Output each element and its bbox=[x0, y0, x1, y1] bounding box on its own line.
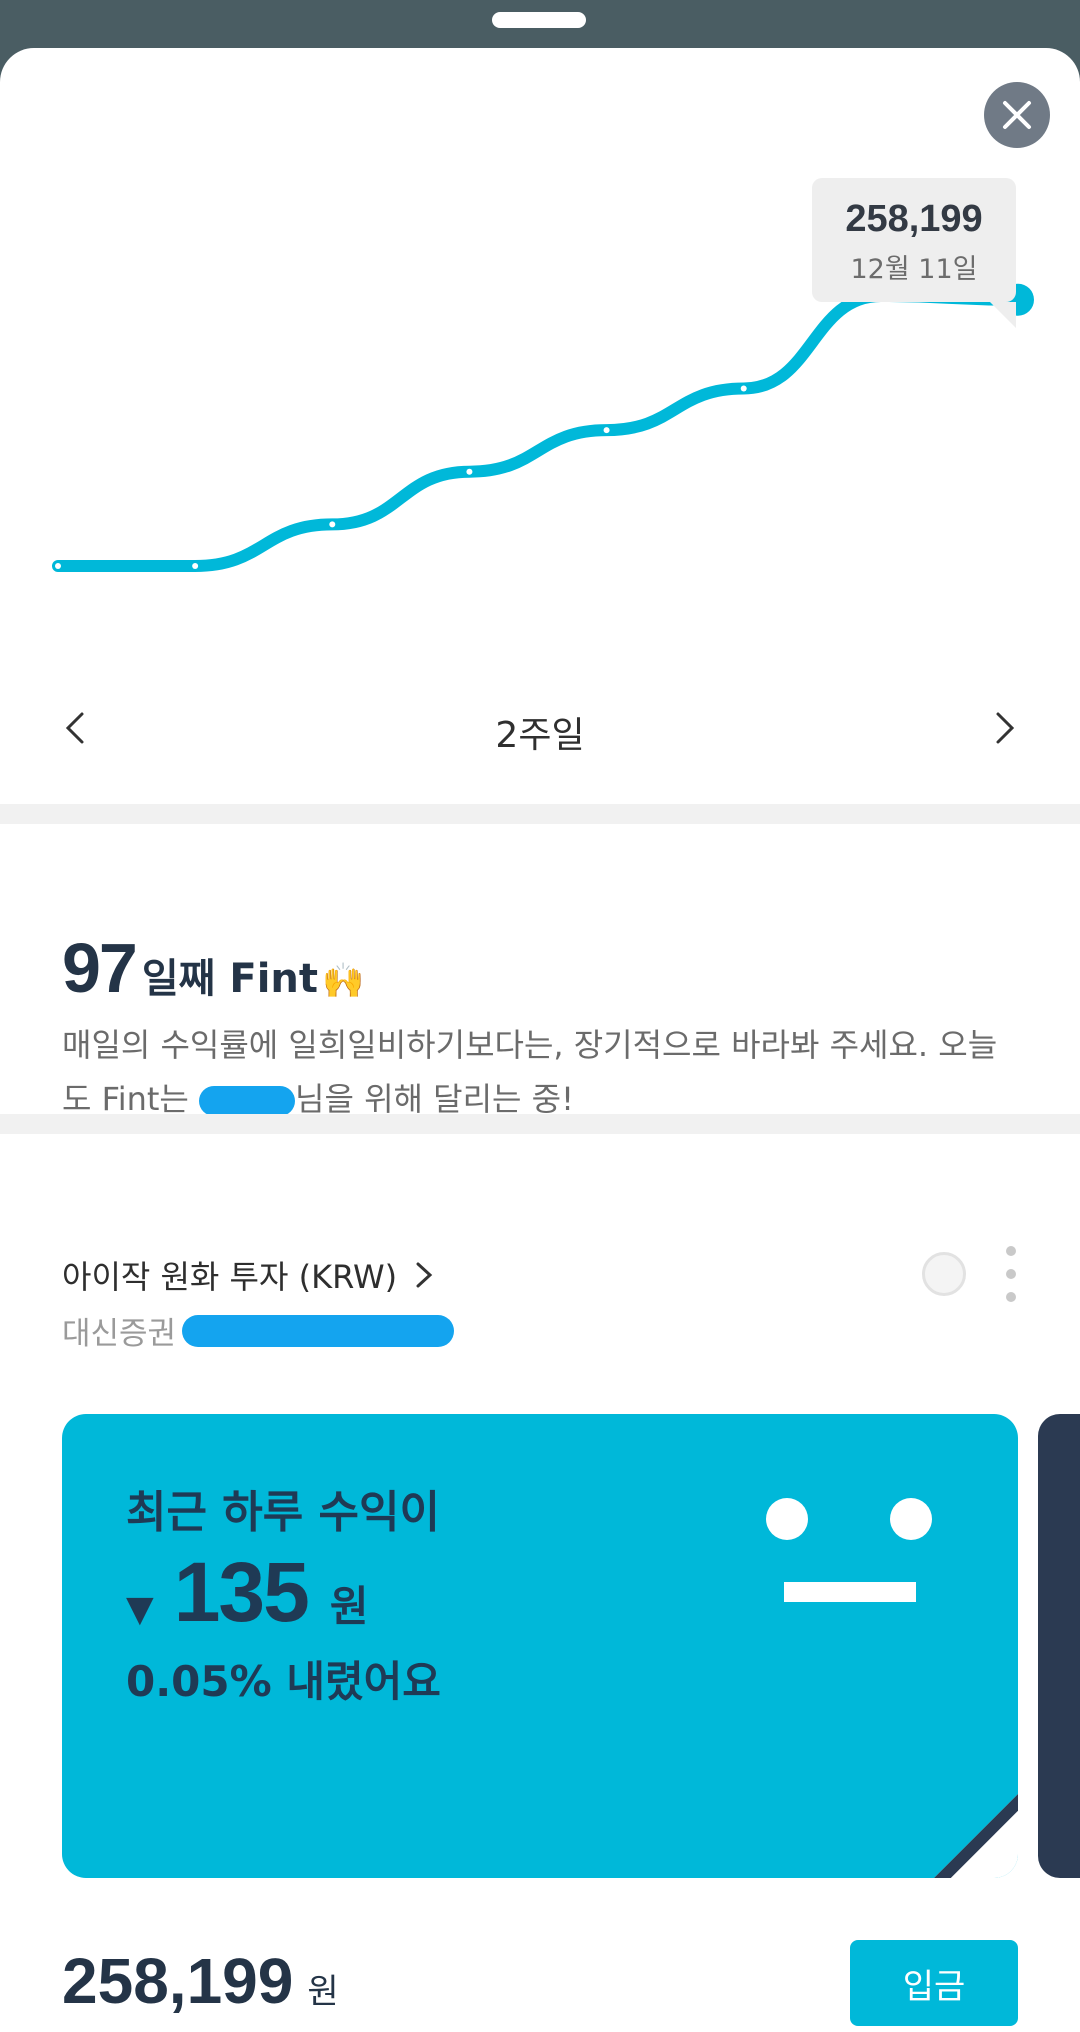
more-dot-icon bbox=[1006, 1269, 1016, 1279]
select-circle[interactable] bbox=[922, 1252, 966, 1296]
redacted-username bbox=[199, 1086, 296, 1116]
face-mouth-icon bbox=[784, 1582, 916, 1602]
day-suffix: 일째 Fint bbox=[141, 956, 319, 1002]
chevron-right-icon bbox=[996, 712, 1015, 744]
day-message-part2: 님을 위해 달리는 중! bbox=[295, 1080, 574, 1118]
card-title: 최근 하루 수익이 bbox=[126, 1487, 440, 1538]
sheet-handle[interactable] bbox=[492, 12, 586, 28]
balance-unit: 원 bbox=[307, 1972, 339, 2012]
more-dot-icon bbox=[1006, 1246, 1016, 1256]
card-amount: 135 bbox=[173, 1545, 310, 1639]
account-section: 아이작 원화 투자 (KRW) 대신증권 최근 하루 수익이 ▼ 135 원 0… bbox=[0, 1186, 1080, 2032]
face-right-eye-icon bbox=[890, 1498, 932, 1540]
more-options-button[interactable] bbox=[996, 1246, 1026, 1302]
card-amount-row: ▼ 135 원 bbox=[126, 1544, 368, 1641]
series-line bbox=[52, 289, 1024, 572]
balance-amount: 258,199 bbox=[62, 1945, 294, 2017]
data-point[interactable] bbox=[329, 521, 336, 528]
period-navigator: 2주일 bbox=[0, 688, 1080, 768]
account-broker: 대신증권 bbox=[62, 1308, 455, 1353]
data-point[interactable] bbox=[466, 468, 473, 475]
data-point[interactable] bbox=[192, 563, 199, 569]
profit-chart: 258,199 12월 11일 bbox=[0, 48, 1080, 668]
account-name-link[interactable]: 아이작 원화 투자 (KRW) bbox=[62, 1252, 433, 1298]
data-point[interactable] bbox=[55, 563, 61, 569]
bottom-sheet: 258,199 12월 11일 2주일 97 일째 Fint 🙌 매일의 수익률… bbox=[0, 48, 1080, 2032]
section-divider bbox=[0, 1114, 1080, 1134]
card-change-text: 0.05% 내렸어요 bbox=[126, 1657, 441, 1706]
next-card-peek[interactable] bbox=[1038, 1414, 1080, 1878]
deposit-button[interactable]: 입금 bbox=[850, 1940, 1018, 2026]
chart-tooltip: 258,199 12월 11일 bbox=[812, 178, 1016, 328]
broker-name: 대신증권 bbox=[62, 1316, 177, 1352]
account-balance: 258,199 원 bbox=[62, 1944, 339, 2018]
day-count: 97 bbox=[62, 929, 138, 1007]
day-message: 매일의 수익률에 일희일비하기보다는, 장기적으로 바라봐 주세요. 오늘도 F… bbox=[62, 1018, 1022, 1126]
tooltip-date: 12월 11일 bbox=[850, 254, 978, 285]
data-point[interactable] bbox=[603, 427, 610, 434]
face-left-eye-icon bbox=[766, 1498, 808, 1540]
chevron-right-icon bbox=[416, 1262, 433, 1288]
line-chart bbox=[52, 283, 1034, 572]
more-dot-icon bbox=[1006, 1292, 1016, 1302]
card-unit: 원 bbox=[329, 1582, 369, 1631]
day-counter-title: 97 일째 Fint 🙌 bbox=[62, 928, 364, 1008]
raised-hands-emoji: 🙌 bbox=[322, 961, 365, 1001]
daily-profit-card[interactable]: 최근 하루 수익이 ▼ 135 원 0.05% 내렸어요 bbox=[62, 1414, 1018, 1878]
section-divider bbox=[0, 804, 1080, 824]
data-point[interactable] bbox=[740, 385, 747, 392]
next-period-button[interactable] bbox=[970, 688, 1040, 768]
redacted-account-number bbox=[182, 1314, 455, 1347]
down-arrow-icon: ▼ bbox=[126, 1589, 154, 1630]
tooltip-value: 258,199 bbox=[845, 198, 983, 240]
account-name: 아이작 원화 투자 (KRW) bbox=[62, 1258, 398, 1296]
period-label: 2주일 bbox=[495, 715, 585, 756]
